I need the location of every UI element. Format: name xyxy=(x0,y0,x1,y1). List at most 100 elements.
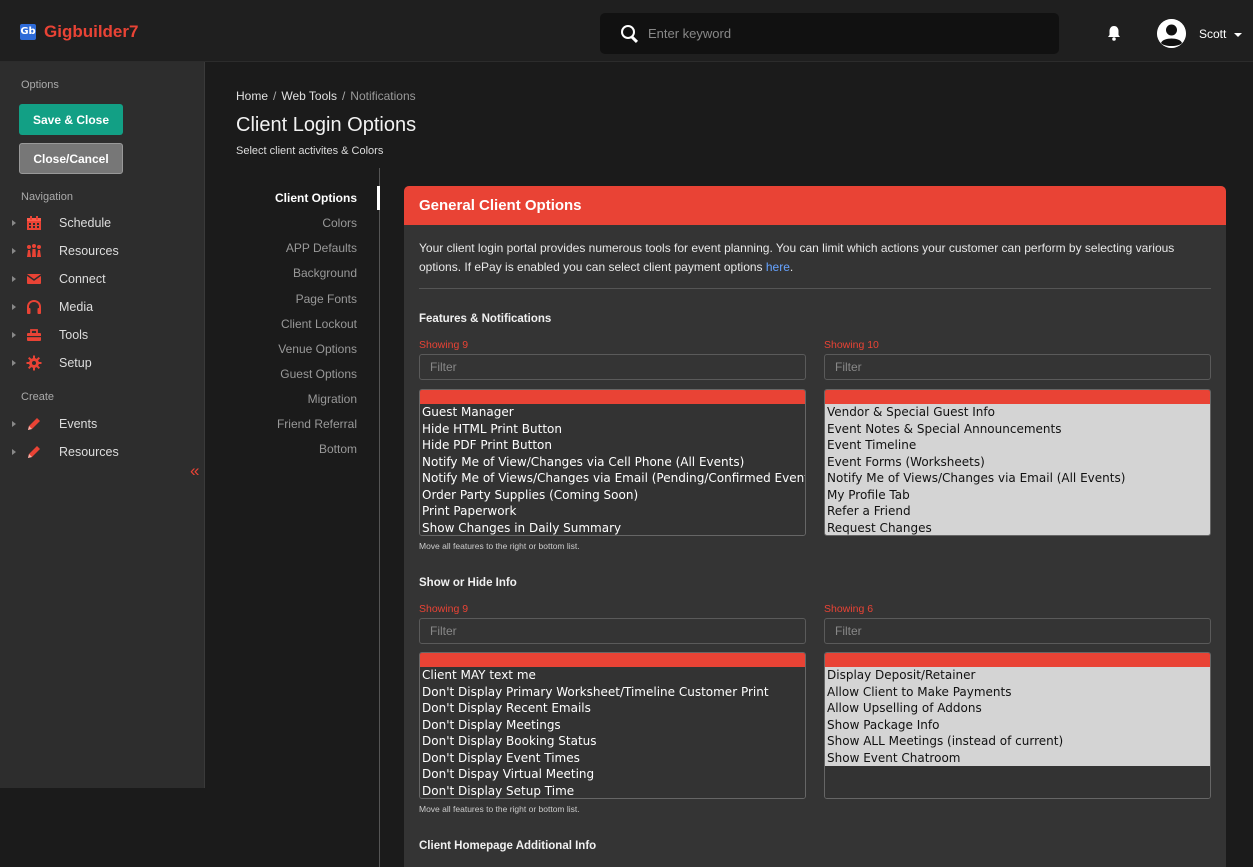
tab-client-options[interactable]: Client Options xyxy=(275,191,357,205)
list-item[interactable]: Show Event Chatroom xyxy=(825,750,1210,767)
user-name[interactable]: Scott xyxy=(1199,27,1226,41)
general-client-options-panel: General Client Options Your client login… xyxy=(404,186,1226,867)
toolbox-icon xyxy=(27,329,41,341)
active-tab-indicator xyxy=(377,186,380,210)
pencil-icon xyxy=(28,418,40,430)
chevron-right-icon xyxy=(12,360,16,366)
breadcrumb: Home / Web Tools / Notifications xyxy=(236,89,416,103)
list-item[interactable]: Hide HTML Print Button xyxy=(420,421,805,438)
list-item[interactable]: Don't Display Booking Status xyxy=(420,733,805,750)
list-item[interactable]: Don't Dispay Virtual Meeting xyxy=(420,766,805,783)
list-item[interactable]: Don't Display Event Times xyxy=(420,750,805,767)
panel-title: General Client Options xyxy=(404,186,1226,225)
tab-page-fonts[interactable]: Page Fonts xyxy=(296,292,357,306)
tab-client-lockout[interactable]: Client Lockout xyxy=(281,317,357,331)
tab-colors[interactable]: Colors xyxy=(322,216,357,230)
tab-guest-options[interactable]: Guest Options xyxy=(280,367,357,381)
selected-info-list[interactable]: Display Deposit/Retainer Allow Client to… xyxy=(824,652,1211,799)
breadcrumb-home[interactable]: Home xyxy=(236,89,268,103)
save-close-button[interactable]: Save & Close xyxy=(19,104,123,135)
list-item[interactable]: Guest Manager xyxy=(420,404,805,421)
move-hint: Move all features to the right or bottom… xyxy=(419,541,580,551)
list-item[interactable]: Vendor & Special Guest Info xyxy=(825,404,1210,421)
tab-migration[interactable]: Migration xyxy=(308,392,357,406)
brand-name: Gigbuilder7 xyxy=(44,22,139,41)
list-item[interactable]: Allow Client to Make Payments xyxy=(825,684,1210,701)
list-item[interactable]: Display Deposit/Retainer xyxy=(825,667,1210,684)
sidebar-item-schedule[interactable]: Schedule xyxy=(12,212,111,234)
list-item[interactable]: Show Package Info xyxy=(825,717,1210,734)
brand-logo-icon: Gb xyxy=(20,24,36,40)
sidebar-item-label: Connect xyxy=(59,272,106,286)
list-item[interactable]: Event Timeline xyxy=(825,437,1210,454)
epay-options-link[interactable]: here xyxy=(766,260,790,274)
avatar[interactable] xyxy=(1157,19,1186,48)
list-item[interactable]: Print Paperwork xyxy=(420,503,805,520)
chevron-right-icon xyxy=(12,304,16,310)
list-item[interactable]: Request Changes xyxy=(825,520,1210,536)
sidebar-footer xyxy=(0,788,205,867)
selected-features-list[interactable]: Vendor & Special Guest Info Event Notes … xyxy=(824,389,1211,536)
sidebar-item-resources[interactable]: Resources xyxy=(12,240,119,262)
filter-input[interactable] xyxy=(419,354,806,380)
sidebar-item-label: Events xyxy=(59,417,98,431)
list-item[interactable]: Allow Upselling of Addons xyxy=(825,700,1210,717)
available-features-list[interactable]: Guest Manager Hide HTML Print Button Hid… xyxy=(419,389,806,536)
list-item[interactable]: Event Notes & Special Announcements xyxy=(825,421,1210,438)
tab-friend-referral[interactable]: Friend Referral xyxy=(277,417,357,431)
search-input[interactable] xyxy=(648,21,1038,45)
breadcrumb-separator: / xyxy=(341,89,346,103)
sidebar-item-media[interactable]: Media xyxy=(12,296,93,318)
sidebar-item-label: Setup xyxy=(59,356,92,370)
list-item[interactable]: Don't Display Recent Emails xyxy=(420,700,805,717)
list-item[interactable]: Notify Me of Views/Changes via Email (Pe… xyxy=(420,470,805,487)
chevron-right-icon xyxy=(12,276,16,282)
close-cancel-button[interactable]: Close/Cancel xyxy=(19,143,123,174)
breadcrumb-web-tools[interactable]: Web Tools xyxy=(281,89,337,103)
showing-count: Showing 10 xyxy=(824,339,879,351)
bell-icon[interactable] xyxy=(1106,25,1122,41)
sidebar-item-create-resources[interactable]: Resources xyxy=(12,441,119,463)
list-header xyxy=(825,653,1210,667)
intro-end: . xyxy=(789,260,794,274)
tab-app-defaults[interactable]: APP Defaults xyxy=(286,241,357,255)
sidebar-item-tools[interactable]: Tools xyxy=(12,324,88,346)
chevron-right-icon xyxy=(12,220,16,226)
tab-background[interactable]: Background xyxy=(293,266,357,280)
divider xyxy=(419,288,1211,289)
sidebar-item-connect[interactable]: Connect xyxy=(12,268,106,290)
calendar-icon xyxy=(27,216,41,230)
list-item[interactable]: Hide PDF Print Button xyxy=(420,437,805,454)
sidebar-item-create-events[interactable]: Events xyxy=(12,413,97,435)
pencil-icon xyxy=(28,446,40,458)
list-item[interactable]: My Profile Tab xyxy=(825,487,1210,504)
brand[interactable]: Gb Gigbuilder7 xyxy=(20,22,138,42)
filter-input[interactable] xyxy=(824,618,1211,644)
list-item[interactable]: Show Changes in Daily Summary xyxy=(420,520,805,536)
list-item[interactable]: Don't Display Primary Worksheet/Timeline… xyxy=(420,684,805,701)
tab-venue-options[interactable]: Venue Options xyxy=(278,342,357,356)
tab-bottom[interactable]: Bottom xyxy=(319,442,357,456)
section-title-homepage-info: Client Homepage Additional Info xyxy=(419,840,597,852)
collapse-sidebar-icon[interactable]: « xyxy=(190,461,199,481)
list-item[interactable]: Order Party Supplies (Coming Soon) xyxy=(420,487,805,504)
list-item[interactable]: Client MAY text me xyxy=(420,667,805,684)
sidebar-item-setup[interactable]: Setup xyxy=(12,352,92,374)
list-item[interactable]: Notify Me of View/Changes via Cell Phone… xyxy=(420,454,805,471)
filter-input[interactable] xyxy=(824,354,1211,380)
list-item[interactable]: Refer a Friend xyxy=(825,503,1210,520)
list-item[interactable]: Don't Display Meetings xyxy=(420,717,805,734)
list-item[interactable]: Notify Me of Views/Changes via Email (Al… xyxy=(825,470,1210,487)
showing-count: Showing 6 xyxy=(824,603,874,615)
tabs-divider xyxy=(379,168,380,867)
list-header xyxy=(420,390,805,404)
chevron-right-icon xyxy=(12,248,16,254)
list-item[interactable]: Event Forms (Worksheets) xyxy=(825,454,1210,471)
filter-input[interactable] xyxy=(419,618,806,644)
user-menu-caret-icon[interactable] xyxy=(1234,33,1242,37)
search-icon xyxy=(621,25,635,39)
available-info-list[interactable]: Client MAY text me Don't Display Primary… xyxy=(419,652,806,799)
headphones-icon xyxy=(27,299,41,314)
list-item[interactable]: Don't Display Setup Time xyxy=(420,783,805,799)
list-item[interactable]: Show ALL Meetings (instead of current) xyxy=(825,733,1210,750)
